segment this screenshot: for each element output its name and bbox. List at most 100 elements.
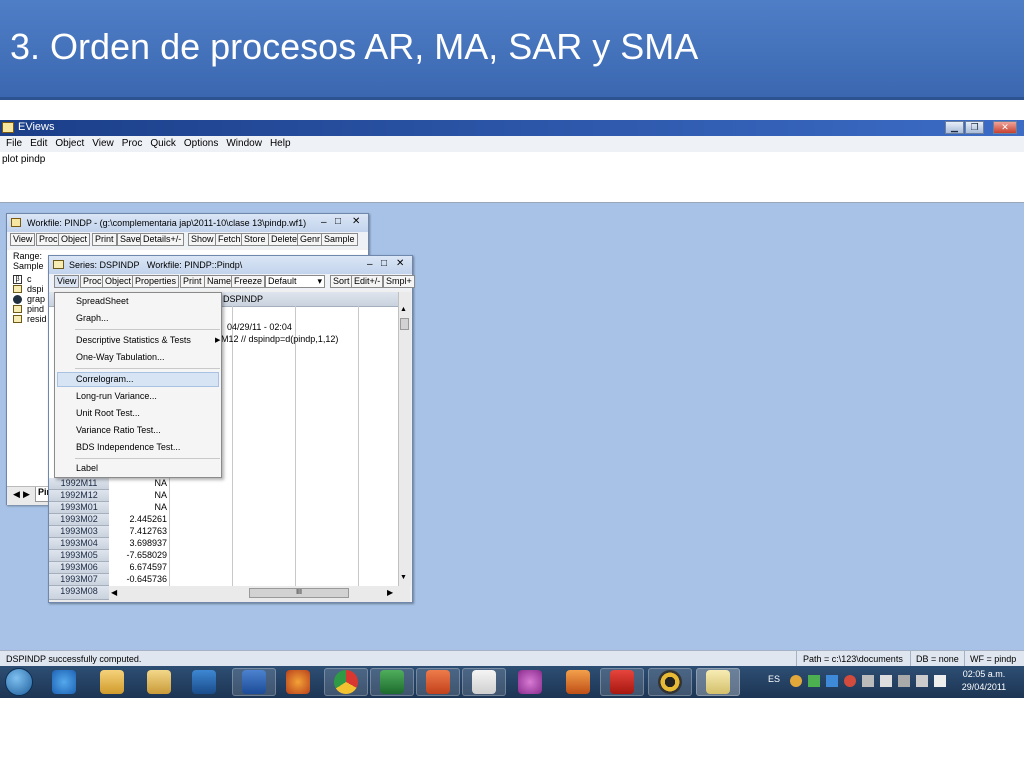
taskbar-item-acrobat[interactable] [600,668,644,696]
minimize-icon[interactable]: ‒ [367,259,373,270]
menu-item-label[interactable]: Label [76,463,98,473]
menu-edit[interactable]: Edit [30,138,47,149]
network-icon[interactable] [916,675,928,687]
menu-item-unit-root-test[interactable]: Unit Root Test... [76,408,140,418]
series-proc-button[interactable]: Proc [80,275,105,288]
tray-icon[interactable] [862,675,874,687]
object-item-c[interactable]: c [27,274,32,284]
wf-proc-button[interactable]: Proc [36,233,61,246]
wf-show-button[interactable]: Show [188,233,217,246]
minimize-button[interactable]: ▁ [945,121,964,134]
scroll-down-icon[interactable]: ▼ [400,574,407,581]
display-format-select[interactable]: Default ▾ [265,275,325,288]
menu-window[interactable]: Window [226,138,262,149]
series-view-button[interactable]: View [54,275,80,288]
cell-value[interactable]: 2.445261 [109,514,167,524]
minimize-icon[interactable]: ‒ [321,217,327,228]
taskbar-item-word[interactable] [232,668,276,696]
menu-item-one-way-tabulation[interactable]: One-Way Tabulation... [76,352,165,362]
close-button[interactable]: ✕ [993,121,1017,134]
tray-icon[interactable] [790,675,802,687]
close-icon[interactable]: ✕ [352,216,360,227]
tab-scroll-left-icon[interactable]: ◀ [13,489,20,500]
tray-icon[interactable] [880,675,892,687]
media-player-icon[interactable] [192,670,216,694]
cell-value[interactable]: -7.658029 [109,550,167,560]
wf-details-button[interactable]: Details+/- [140,233,185,246]
menu-object[interactable]: Object [55,138,84,149]
object-item-resid[interactable]: resid [27,314,47,324]
menu-proc[interactable]: Proc [122,138,143,149]
wf-store-button[interactable]: Store [241,233,269,246]
maximize-icon[interactable]: □ [381,258,387,269]
wf-delete-button[interactable]: Delete [268,233,301,246]
series-print-button[interactable]: Print [180,275,205,288]
tab-scroll-right-icon[interactable]: ▶ [23,489,30,500]
menu-item-variance-ratio-test[interactable]: Variance Ratio Test... [76,425,161,435]
cell-value[interactable]: 7.412763 [109,526,167,536]
menu-item-bds-independence-test[interactable]: BDS Independence Test... [76,442,180,452]
matlab-icon[interactable] [566,670,590,694]
taskbar-item-eye[interactable] [648,668,692,696]
menu-help[interactable]: Help [270,138,291,149]
folder-icon[interactable] [147,670,171,694]
cell-value[interactable]: 6.674597 [109,562,167,572]
tray-icon[interactable] [844,675,856,687]
start-button[interactable] [5,668,33,696]
cell-value[interactable]: -0.645736 [109,574,167,584]
series-sort-button[interactable]: Sort [330,275,353,288]
menu-options[interactable]: Options [184,138,218,149]
taskbar-item-app[interactable] [462,668,506,696]
object-item-pindp[interactable]: pind [27,304,44,314]
object-item-graph[interactable]: grap [27,294,45,304]
maximize-icon[interactable]: □ [335,216,341,227]
menu-item-spreadsheet[interactable]: SpreadSheet [76,296,129,306]
series-properties-button[interactable]: Properties [132,275,180,288]
scroll-up-icon[interactable]: ▲ [400,306,407,313]
menu-file[interactable]: File [6,138,22,149]
menu-view[interactable]: View [92,138,114,149]
tray-icon[interactable] [898,675,910,687]
cell-value[interactable]: NA [109,478,167,488]
menu-item-graph[interactable]: Graph... [76,313,109,323]
outlook-mail-icon[interactable] [100,670,124,694]
taskbar-item-excel[interactable] [370,668,414,696]
tray-icon[interactable] [808,675,820,687]
taskbar-item-chrome[interactable] [324,668,368,696]
volume-icon[interactable] [934,675,946,687]
vertical-scrollbar[interactable]: ▲ ▼ [398,292,411,586]
wf-object-button[interactable]: Object [58,233,91,246]
horizontal-scroll-thumb[interactable]: III [249,588,349,598]
series-object-button[interactable]: Object [102,275,135,288]
object-item-dspindp[interactable]: dspi [27,284,44,294]
menu-quick[interactable]: Quick [150,138,176,149]
series-freeze-button[interactable]: Freeze [231,275,266,288]
series-smpl-button[interactable]: Smpl+ [383,275,415,288]
cell-value[interactable]: NA [109,490,167,500]
firefox-icon[interactable] [286,670,310,694]
wf-fetch-button[interactable]: Fetch [215,233,244,246]
cell-value[interactable]: 3.698937 [109,538,167,548]
restore-button[interactable]: ❐ [965,121,984,134]
menu-item-long-run-variance[interactable]: Long-run Variance... [76,391,157,401]
wf-genr-button[interactable]: Genr [297,233,324,246]
series-edit-button[interactable]: Edit+/- [351,275,384,288]
command-window[interactable]: plot pindp [0,152,1024,203]
tray-icon[interactable] [826,675,838,687]
clock-date[interactable]: 29/04/2011 [958,682,1010,692]
wf-view-button[interactable]: View [10,233,36,246]
scroll-thumb[interactable] [400,318,409,330]
scroll-right-icon[interactable]: ▶ [387,588,393,597]
menu-item-correlogram[interactable]: Correlogram... [76,374,134,384]
cell-value[interactable]: NA [109,502,167,512]
taskbar-item-eviews[interactable] [696,668,740,696]
clock-time[interactable]: 02:05 a.m. [958,669,1010,679]
language-indicator[interactable]: ES [768,674,780,684]
taskbar-item-powerpoint[interactable] [416,668,460,696]
wf-print-button[interactable]: Print [92,233,117,246]
scroll-left-icon[interactable]: ◀ [111,588,117,597]
wf-sample-button[interactable]: Sample [321,233,358,246]
internet-explorer-icon[interactable] [52,670,76,694]
series-name-button[interactable]: Name [204,275,235,288]
flower-icon[interactable] [518,670,542,694]
